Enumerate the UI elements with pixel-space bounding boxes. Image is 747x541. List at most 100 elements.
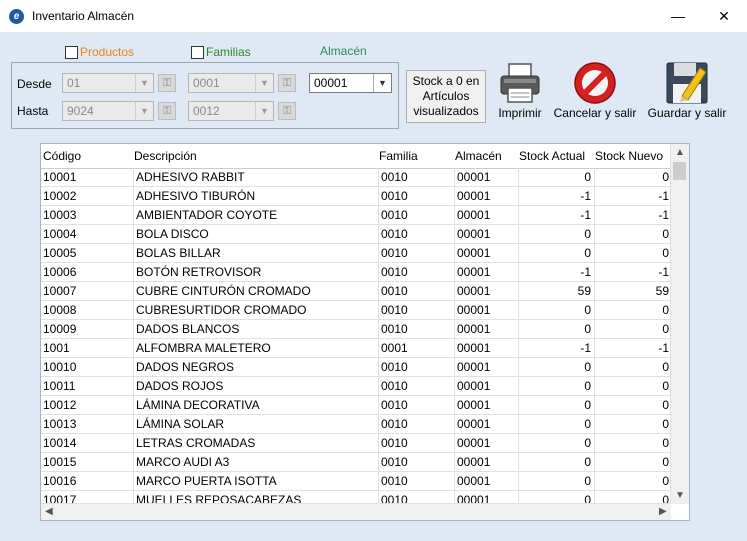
table-row[interactable]: 1001 ALFOMBRA MALETERO 0001 00001 -1 -1 bbox=[41, 339, 671, 358]
cell-codigo[interactable]: 10009 bbox=[43, 322, 76, 336]
cell-almacen[interactable]: 00001 bbox=[457, 265, 490, 279]
cell-almacen[interactable]: 00001 bbox=[457, 170, 490, 184]
cell-codigo[interactable]: 10001 bbox=[43, 170, 76, 184]
cell-almacen[interactable]: 00001 bbox=[457, 360, 490, 374]
table-row[interactable]: 10013 LÁMINA SOLAR 0010 00001 0 0 bbox=[41, 415, 671, 434]
cell-familia[interactable]: 0010 bbox=[381, 455, 408, 469]
cell-stock-actual[interactable]: 0 bbox=[584, 436, 591, 450]
header-almacen[interactable]: Almacén bbox=[455, 149, 502, 163]
cell-stock-actual[interactable]: 59 bbox=[578, 284, 591, 298]
cell-stock-nuevo[interactable]: 0 bbox=[662, 455, 669, 469]
cell-familia[interactable]: 0010 bbox=[381, 189, 408, 203]
familia-hasta-select[interactable]: 0012 ▼ bbox=[188, 101, 274, 121]
key-icon[interactable]: ⚿ bbox=[278, 74, 296, 92]
cell-stock-nuevo[interactable]: 59 bbox=[656, 284, 669, 298]
key-icon[interactable]: ⚿ bbox=[158, 102, 176, 120]
table-row[interactable]: 10002 ADHESIVO TIBURÓN 0010 00001 -1 -1 bbox=[41, 187, 671, 206]
table-row[interactable]: 10004 BOLA DISCO 0010 00001 0 0 bbox=[41, 225, 671, 244]
scroll-thumb[interactable] bbox=[673, 162, 686, 180]
minimize-button[interactable]: — bbox=[655, 0, 701, 32]
cell-almacen[interactable]: 00001 bbox=[457, 322, 490, 336]
save-exit-button[interactable]: Guardar y salir bbox=[643, 60, 731, 120]
cell-descripcion[interactable]: LÁMINA DECORATIVA bbox=[136, 398, 260, 412]
cell-codigo[interactable]: 10012 bbox=[43, 398, 76, 412]
productos-checkbox[interactable] bbox=[65, 46, 78, 59]
cell-stock-nuevo[interactable]: 0 bbox=[662, 417, 669, 431]
table-row[interactable]: 10005 BOLAS BILLAR 0010 00001 0 0 bbox=[41, 244, 671, 263]
cell-familia[interactable]: 0010 bbox=[381, 265, 408, 279]
cell-descripcion[interactable]: LÁMINA SOLAR bbox=[136, 417, 224, 431]
cell-stock-actual[interactable]: -1 bbox=[580, 341, 591, 355]
cell-almacen[interactable]: 00001 bbox=[457, 474, 490, 488]
cell-stock-actual[interactable]: -1 bbox=[580, 189, 591, 203]
cell-stock-actual[interactable]: -1 bbox=[580, 208, 591, 222]
vertical-scrollbar[interactable]: ▲ ▼ bbox=[670, 144, 689, 504]
cancel-exit-button[interactable]: Cancelar y salir bbox=[550, 60, 640, 120]
cell-codigo[interactable]: 10016 bbox=[43, 474, 76, 488]
cell-codigo[interactable]: 10013 bbox=[43, 417, 76, 431]
table-row[interactable]: 10012 LÁMINA DECORATIVA 0010 00001 0 0 bbox=[41, 396, 671, 415]
scroll-right-icon[interactable]: ▶ bbox=[659, 506, 667, 517]
cell-familia[interactable]: 0001 bbox=[381, 341, 408, 355]
cell-stock-actual[interactable]: 0 bbox=[584, 227, 591, 241]
cell-familia[interactable]: 0010 bbox=[381, 474, 408, 488]
cell-stock-actual[interactable]: 0 bbox=[584, 398, 591, 412]
key-icon[interactable]: ⚿ bbox=[158, 74, 176, 92]
almacen-select[interactable]: 00001 ▼ bbox=[309, 73, 392, 93]
cell-descripcion[interactable]: DADOS BLANCOS bbox=[136, 322, 239, 336]
cell-stock-nuevo[interactable]: 0 bbox=[662, 170, 669, 184]
cell-almacen[interactable]: 00001 bbox=[457, 189, 490, 203]
cell-familia[interactable]: 0010 bbox=[381, 227, 408, 241]
cell-codigo[interactable]: 10005 bbox=[43, 246, 76, 260]
cell-familia[interactable]: 0010 bbox=[381, 398, 408, 412]
cell-descripcion[interactable]: LETRAS CROMADAS bbox=[136, 436, 255, 450]
table-row[interactable]: 10015 MARCO AUDI A3 0010 00001 0 0 bbox=[41, 453, 671, 472]
cell-almacen[interactable]: 00001 bbox=[457, 227, 490, 241]
cell-codigo[interactable]: 1001 bbox=[43, 341, 70, 355]
cell-stock-nuevo[interactable]: 0 bbox=[662, 474, 669, 488]
cell-stock-actual[interactable]: 0 bbox=[584, 322, 591, 336]
header-stock-nuevo[interactable]: Stock Nuevo bbox=[595, 149, 663, 163]
cell-stock-nuevo[interactable]: -1 bbox=[658, 208, 669, 222]
horizontal-scrollbar[interactable]: ◀ ▶ bbox=[41, 503, 671, 520]
producto-hasta-select[interactable]: 9024 ▼ bbox=[62, 101, 154, 121]
cell-almacen[interactable]: 00001 bbox=[457, 417, 490, 431]
familias-checkbox[interactable] bbox=[191, 46, 204, 59]
cell-familia[interactable]: 0010 bbox=[381, 379, 408, 393]
cell-familia[interactable]: 0010 bbox=[381, 246, 408, 260]
table-row[interactable]: 10016 MARCO PUERTA ISOTTA 0010 00001 0 0 bbox=[41, 472, 671, 491]
cell-descripcion[interactable]: DADOS ROJOS bbox=[136, 379, 223, 393]
header-familia[interactable]: Familia bbox=[379, 149, 418, 163]
cell-descripcion[interactable]: BOLAS BILLAR bbox=[136, 246, 221, 260]
cell-stock-nuevo[interactable]: 0 bbox=[662, 379, 669, 393]
table-row[interactable]: 10003 AMBIENTADOR COYOTE 0010 00001 -1 -1 bbox=[41, 206, 671, 225]
print-button[interactable]: Imprimir bbox=[493, 60, 547, 120]
cell-codigo[interactable]: 10006 bbox=[43, 265, 76, 279]
cell-descripcion[interactable]: ALFOMBRA MALETERO bbox=[136, 341, 271, 355]
cell-stock-nuevo[interactable]: -1 bbox=[658, 265, 669, 279]
cell-almacen[interactable]: 00001 bbox=[457, 341, 490, 355]
producto-desde-select[interactable]: 01 ▼ bbox=[62, 73, 154, 93]
cell-descripcion[interactable]: DADOS NEGROS bbox=[136, 360, 234, 374]
table-row[interactable]: 10010 DADOS NEGROS 0010 00001 0 0 bbox=[41, 358, 671, 377]
close-button[interactable]: ✕ bbox=[701, 0, 747, 32]
cell-descripcion[interactable]: MARCO AUDI A3 bbox=[136, 455, 229, 469]
inventory-grid[interactable]: Código Descripción Familia Almacén Stock… bbox=[40, 143, 690, 521]
cell-descripcion[interactable]: CUBRE CINTURÓN CROMADO bbox=[136, 284, 311, 298]
cell-stock-actual[interactable]: 0 bbox=[584, 246, 591, 260]
table-row[interactable]: 10008 CUBRESURTIDOR CROMADO 0010 00001 0 0 bbox=[41, 301, 671, 320]
cell-stock-actual[interactable]: 0 bbox=[584, 455, 591, 469]
stock-zero-button[interactable]: Stock a 0 en Artículos visualizados bbox=[406, 70, 486, 123]
cell-stock-actual[interactable]: 0 bbox=[584, 303, 591, 317]
cell-stock-actual[interactable]: 0 bbox=[584, 379, 591, 393]
cell-stock-nuevo[interactable]: 0 bbox=[662, 303, 669, 317]
table-row[interactable]: 10011 DADOS ROJOS 0010 00001 0 0 bbox=[41, 377, 671, 396]
table-row[interactable]: 10009 DADOS BLANCOS 0010 00001 0 0 bbox=[41, 320, 671, 339]
cell-codigo[interactable]: 10008 bbox=[43, 303, 76, 317]
cell-almacen[interactable]: 00001 bbox=[457, 379, 490, 393]
table-row[interactable]: 10006 BOTÓN RETROVISOR 0010 00001 -1 -1 bbox=[41, 263, 671, 282]
cell-stock-nuevo[interactable]: -1 bbox=[658, 189, 669, 203]
header-codigo[interactable]: Código bbox=[43, 149, 81, 163]
table-row[interactable]: 10001 ADHESIVO RABBIT 0010 00001 0 0 bbox=[41, 168, 671, 187]
header-stock-actual[interactable]: Stock Actual bbox=[519, 149, 585, 163]
